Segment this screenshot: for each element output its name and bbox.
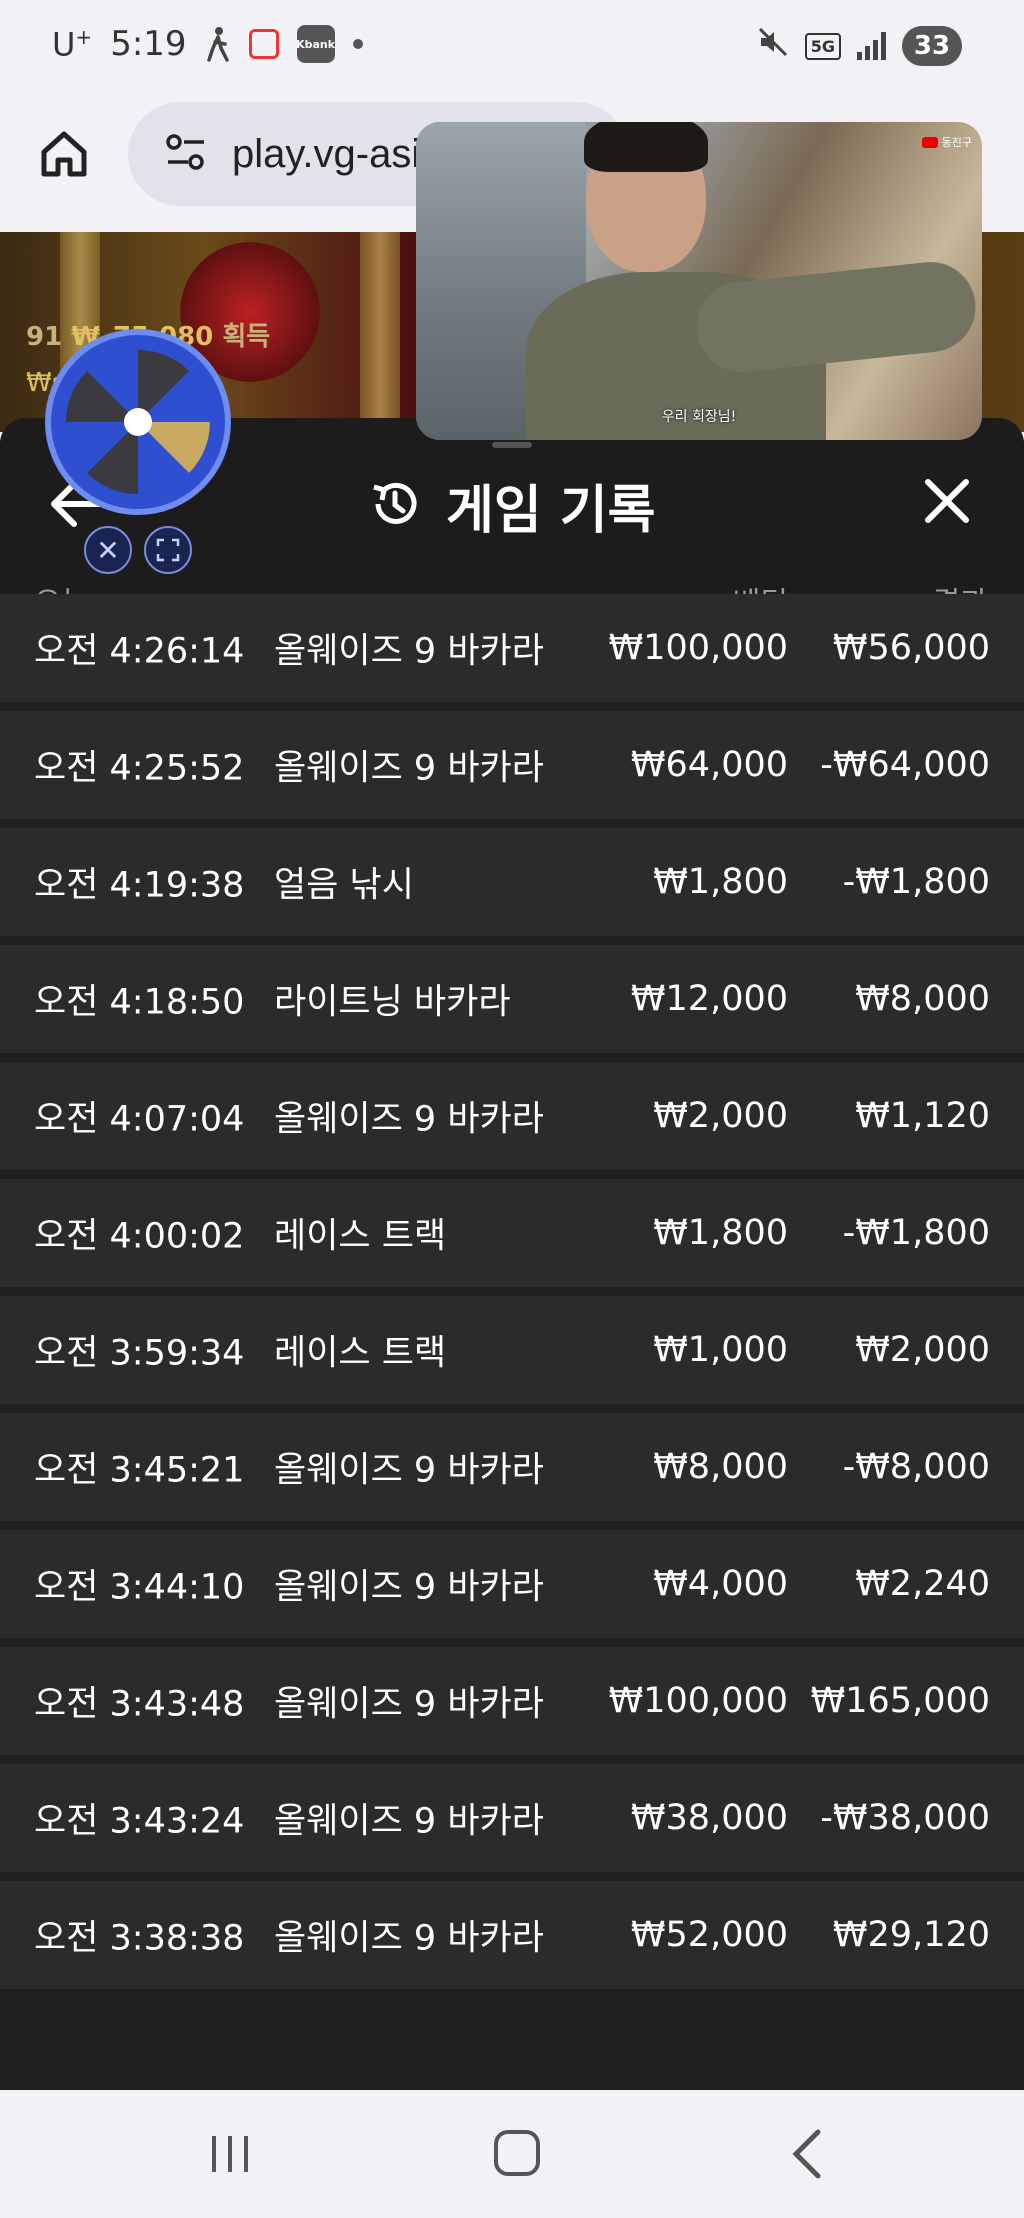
record-result: ₩165,000	[810, 1681, 990, 1721]
record-time: 오전 3:44:10	[34, 1567, 245, 1608]
record-game: 올웨이즈 9 바카라	[274, 748, 544, 789]
record-bet: ₩1,000	[653, 1330, 788, 1370]
record-bet: ₩52,000	[630, 1915, 788, 1955]
page-title: 게임 기록	[446, 481, 656, 541]
record-time: 오전 4:18:50	[34, 982, 245, 1023]
browser-home-icon[interactable]	[36, 126, 92, 182]
close-icon[interactable]	[920, 474, 974, 528]
list-item[interactable]: 오전 4:19:38 얼음 낚시 ₩1,800 -₩1,800	[0, 828, 1024, 936]
spin-wheel-widget[interactable]	[44, 328, 232, 516]
list-item[interactable]: 오전 3:43:24 올웨이즈 9 바카라 ₩38,000 -₩38,000	[0, 1764, 1024, 1872]
battery-indicator: 33	[902, 26, 962, 66]
record-result: ₩29,120	[832, 1915, 990, 1955]
record-bet: ₩64,000	[630, 745, 788, 785]
record-result: -₩8,000	[842, 1447, 990, 1487]
record-bet: ₩100,000	[608, 1681, 788, 1721]
record-time: 오전 3:38:38	[34, 1918, 245, 1959]
back-icon[interactable]	[786, 2128, 826, 2180]
list-item[interactable]: 오전 3:44:10 올웨이즈 9 바카라 ₩4,000 ₩2,240	[0, 1530, 1024, 1638]
record-bet: ₩8,000	[653, 1447, 788, 1487]
game-history-panel: 게임 기록 오늘 베팅 결과 오전 4:26:14 올웨이즈 9 바카라 ₩10…	[0, 418, 1024, 2090]
system-nav-bar	[0, 2090, 1024, 2218]
list-item[interactable]: 오전 4:07:04 올웨이즈 9 바카라 ₩2,000 ₩1,120	[0, 1062, 1024, 1170]
status-bar: U+ 5:19 Kbank 5G 33	[0, 0, 1024, 96]
list-item[interactable]: 오전 4:26:14 올웨이즈 9 바카라 ₩100,000 ₩56,000	[0, 594, 1024, 702]
pillar-decoration	[360, 232, 400, 432]
list-item[interactable]: 오전 3:43:48 올웨이즈 9 바카라 ₩100,000 ₩165,000	[0, 1647, 1024, 1755]
signal-icon	[857, 32, 886, 60]
record-bet: ₩1,800	[653, 862, 788, 902]
calendar-icon	[248, 29, 279, 59]
list-item[interactable]: 오전 3:45:21 올웨이즈 9 바카라 ₩8,000 -₩8,000	[0, 1413, 1024, 1521]
video-caption: 우리 회장님!	[661, 409, 737, 425]
list-item[interactable]: 오전 4:18:50 라이트닝 바카라 ₩12,000 ₩8,000	[0, 945, 1024, 1053]
record-time: 오전 4:26:14	[34, 631, 245, 672]
recent-apps-icon[interactable]	[208, 2134, 252, 2174]
record-game: 올웨이즈 9 바카라	[274, 1450, 544, 1491]
drag-handle[interactable]	[492, 442, 532, 448]
url-text: play.vg-asi	[232, 131, 421, 176]
record-result: ₩56,000	[832, 628, 990, 668]
list-item[interactable]: 오전 3:59:34 레이스 트랙 ₩1,000 ₩2,000	[0, 1296, 1024, 1404]
record-time: 오전 3:59:34	[34, 1333, 245, 1374]
record-time: 오전 3:45:21	[34, 1450, 245, 1491]
carrier-label: U+	[52, 24, 93, 64]
record-result: ₩1,120	[855, 1096, 990, 1136]
record-game: 라이트닝 바카라	[274, 982, 511, 1023]
clock: 5:19	[110, 24, 187, 64]
record-time: 오전 3:43:24	[34, 1801, 245, 1842]
record-bet: ₩4,000	[653, 1564, 788, 1604]
record-result: ₩2,000	[855, 1330, 990, 1370]
record-game: 올웨이즈 9 바카라	[274, 1918, 544, 1959]
record-bet: ₩100,000	[608, 628, 788, 668]
record-game: 올웨이즈 9 바카라	[274, 1099, 544, 1140]
record-game: 레이스 트랙	[274, 1216, 447, 1257]
list-item[interactable]: 오전 3:38:38 올웨이즈 9 바카라 ₩52,000 ₩29,120	[0, 1881, 1024, 1989]
list-item[interactable]: 오전 4:00:02 레이스 트랙 ₩1,800 -₩1,800	[0, 1179, 1024, 1287]
record-result: ₩2,240	[855, 1564, 990, 1604]
record-time: 오전 3:43:48	[34, 1684, 245, 1725]
record-game: 올웨이즈 9 바카라	[274, 631, 544, 672]
record-game: 올웨이즈 9 바카라	[274, 1684, 544, 1725]
record-game: 레이스 트랙	[274, 1333, 447, 1374]
screen: { "status_bar": { "carrier": "U", "carri…	[0, 0, 1024, 2218]
widget-expand-icon[interactable]	[144, 526, 192, 574]
record-time: 오전 4:19:38	[34, 865, 245, 906]
record-bet: ₩1,800	[653, 1213, 788, 1253]
notification-dot-icon	[352, 39, 363, 49]
record-bet: ₩12,000	[630, 979, 788, 1019]
network-5g-icon: 5G	[804, 32, 841, 60]
mute-icon	[757, 26, 789, 66]
list-item[interactable]: 오전 4:25:52 올웨이즈 9 바카라 ₩64,000 -₩64,000	[0, 711, 1024, 819]
youtube-logo-icon: 동친구	[921, 134, 972, 150]
record-result: -₩64,000	[820, 745, 990, 785]
pip-video[interactable]: 동친구 우리 회장님!	[416, 122, 982, 440]
record-result: -₩1,800	[842, 1213, 990, 1253]
home-icon[interactable]	[494, 2130, 540, 2176]
widget-close-button[interactable]: ✕	[84, 526, 132, 574]
record-game: 얼음 낚시	[274, 865, 414, 906]
record-time: 오전 4:00:02	[34, 1216, 245, 1257]
record-game: 올웨이즈 9 바카라	[274, 1801, 544, 1842]
record-result: ₩8,000	[855, 979, 990, 1019]
history-icon	[368, 477, 422, 535]
record-time: 오전 4:25:52	[34, 748, 245, 789]
record-result: -₩38,000	[820, 1798, 990, 1838]
record-bet: ₩38,000	[630, 1798, 788, 1838]
record-game: 올웨이즈 9 바카라	[274, 1567, 544, 1608]
site-settings-icon[interactable]	[164, 132, 208, 176]
record-time: 오전 4:07:04	[34, 1099, 245, 1140]
kbank-icon: Kbank	[296, 25, 335, 63]
walking-icon	[205, 26, 231, 62]
record-bet: ₩2,000	[653, 1096, 788, 1136]
record-result: -₩1,800	[842, 862, 990, 902]
